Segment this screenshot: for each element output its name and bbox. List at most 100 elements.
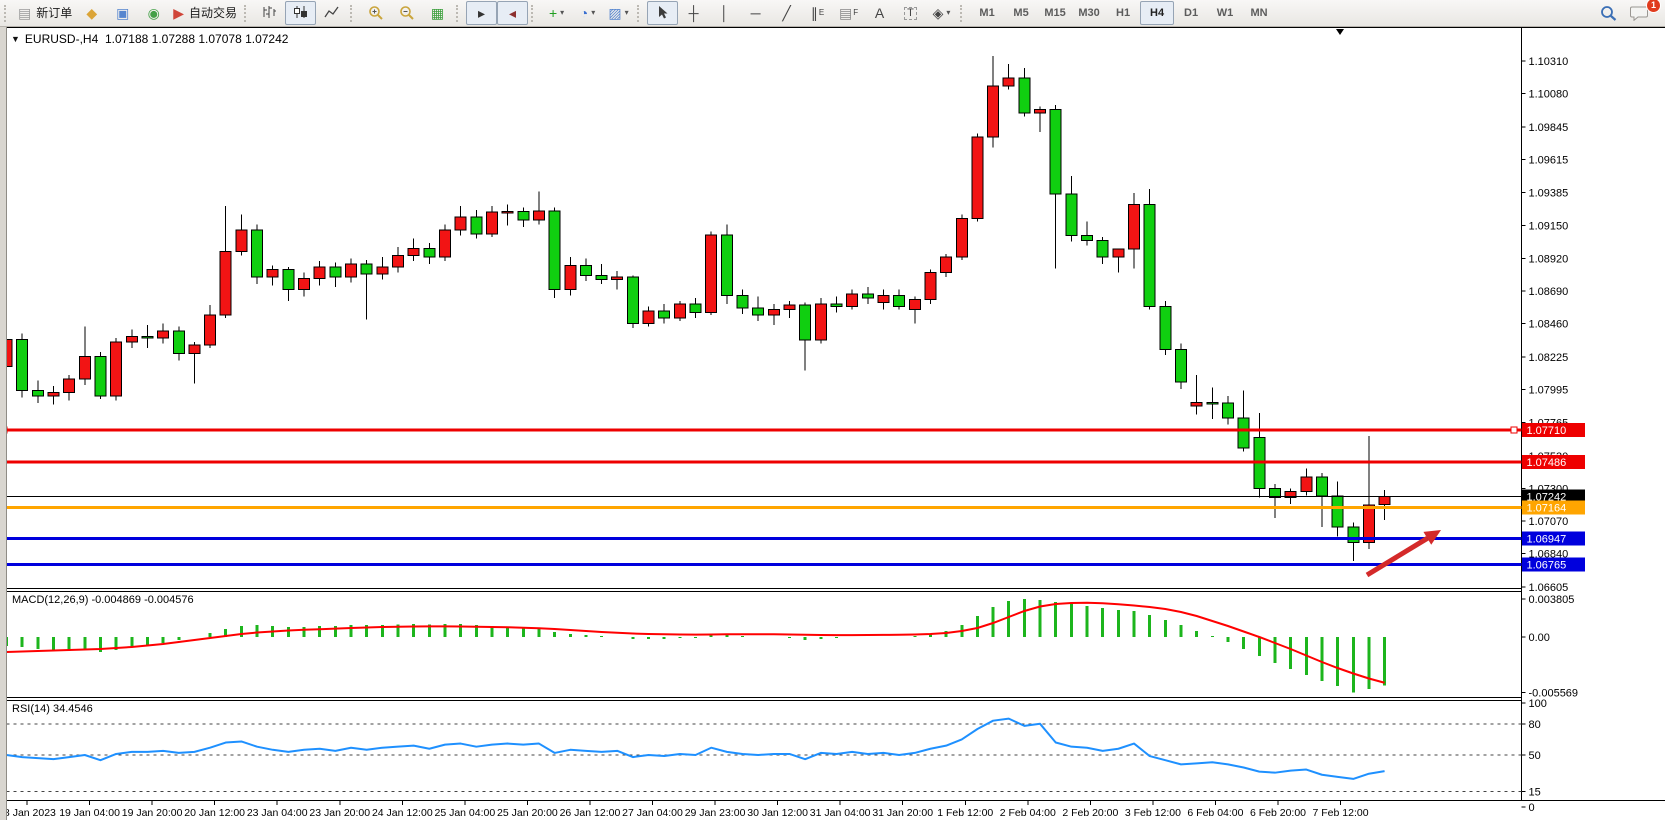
periods-button[interactable]: ◔▾ bbox=[572, 1, 603, 25]
shapes-button-dropdown-icon[interactable]: ▾ bbox=[946, 9, 950, 17]
horizontal-line-button[interactable]: ─ bbox=[740, 1, 771, 25]
templates-button-dropdown-icon[interactable]: ▾ bbox=[625, 9, 629, 17]
candlestick-chart-icon[interactable] bbox=[285, 1, 316, 25]
zoom-in-icon[interactable] bbox=[360, 1, 391, 25]
line-chart-icon[interactable] bbox=[316, 1, 347, 25]
candle-body bbox=[518, 212, 529, 221]
tf-button-M15[interactable]: M15 bbox=[1038, 1, 1072, 25]
data-window-icon[interactable]: ▣ bbox=[107, 1, 138, 25]
candle-body bbox=[361, 264, 372, 274]
macd-scale-label: 0.003805 bbox=[1529, 594, 1575, 606]
candle-body bbox=[909, 300, 920, 310]
search-icon[interactable] bbox=[1593, 1, 1624, 25]
tf-button-H1[interactable]: H1 bbox=[1106, 1, 1140, 25]
price-tick-label: 1.08690 bbox=[1529, 286, 1569, 298]
shapes-button[interactable]: ◈▾ bbox=[926, 1, 957, 25]
candle-body bbox=[690, 304, 701, 313]
notifications-chat-icon[interactable]: 1 bbox=[1624, 1, 1655, 25]
notification-badge: 1 bbox=[1646, 0, 1661, 13]
tf-button-D1[interactable]: D1 bbox=[1174, 1, 1208, 25]
macd-pane[interactable] bbox=[7, 592, 1522, 698]
rsi-scale-label: 50 bbox=[1529, 750, 1541, 762]
candle-body bbox=[596, 275, 607, 279]
rsi-pane[interactable] bbox=[7, 701, 1522, 801]
price-tick-label: 1.08920 bbox=[1529, 253, 1569, 265]
chevron-down-icon[interactable]: ▼ bbox=[11, 34, 20, 44]
time-tick-label: 18 Jan 2023 bbox=[0, 807, 56, 819]
toolbar-grip[interactable] bbox=[531, 5, 537, 22]
time-tick-label: 2 Feb 04:00 bbox=[1000, 807, 1056, 819]
zoom-out-icon-glyph bbox=[399, 5, 415, 22]
time-tick-label: 1 Feb 12:00 bbox=[937, 807, 993, 819]
window-left-edge bbox=[0, 27, 7, 820]
candle-body bbox=[721, 235, 732, 295]
auto-trading-button-label: 自动交易 bbox=[189, 7, 237, 19]
candle-body bbox=[346, 264, 357, 277]
auto-scroll-icon[interactable]: ▸ bbox=[466, 1, 497, 25]
tile-windows-icon[interactable]: ▦ bbox=[422, 1, 453, 25]
chart-shift-icon[interactable]: ◂ bbox=[497, 1, 528, 25]
candle-body bbox=[565, 265, 576, 289]
periods-button-dropdown-icon[interactable]: ▾ bbox=[591, 9, 595, 17]
candle-body bbox=[941, 257, 952, 273]
auto-trading-button[interactable]: ▶自动交易 bbox=[169, 1, 241, 25]
candle-body bbox=[753, 308, 764, 315]
price-badge-label: 1.06947 bbox=[1527, 534, 1567, 546]
market-watch-icon[interactable]: ◆ bbox=[76, 1, 107, 25]
toolbar-grip[interactable] bbox=[244, 5, 250, 22]
candle-body bbox=[408, 248, 419, 255]
add-indicator-button-dropdown-icon[interactable]: ▾ bbox=[560, 9, 564, 17]
candle-body bbox=[283, 270, 294, 290]
time-tick-label: 25 Jan 20:00 bbox=[497, 807, 558, 819]
templates-button[interactable]: ▨▾ bbox=[603, 1, 634, 25]
candle-body bbox=[831, 304, 842, 307]
candle-body bbox=[189, 345, 200, 354]
price-tick-label: 1.09615 bbox=[1529, 155, 1569, 167]
cursor-button[interactable] bbox=[647, 1, 678, 25]
fibonacci-button[interactable]: ▤F bbox=[833, 1, 864, 25]
chart-title: ▼EURUSD-,H4 1.07188 1.07288 1.07078 1.07… bbox=[11, 32, 288, 46]
tf-button-H4[interactable]: H4 bbox=[1140, 1, 1174, 25]
toolbar-grip[interactable] bbox=[960, 5, 966, 22]
candle-body bbox=[299, 278, 310, 289]
candle-body bbox=[956, 219, 967, 257]
text-button[interactable]: A bbox=[864, 1, 895, 25]
candle-body bbox=[737, 295, 748, 308]
toolbar-grip[interactable] bbox=[637, 5, 643, 22]
time-tick-label: 31 Jan 20:00 bbox=[872, 807, 933, 819]
candle-body bbox=[847, 294, 858, 307]
candle-body bbox=[1066, 194, 1077, 236]
toolbar-grip[interactable] bbox=[350, 5, 356, 22]
new-order-button[interactable]: ▤新订单 bbox=[14, 1, 76, 25]
channel-button[interactable]: ∥E bbox=[802, 1, 833, 25]
price-tick-label: 1.08225 bbox=[1529, 352, 1569, 364]
signals-icon[interactable]: ◉ bbox=[138, 1, 169, 25]
tf-button-M1[interactable]: M1 bbox=[970, 1, 1004, 25]
tf-button-M30[interactable]: M30 bbox=[1072, 1, 1106, 25]
label-button[interactable]: T bbox=[895, 1, 926, 25]
chart-area[interactable]: 1.103101.100801.098451.096151.093851.091… bbox=[0, 0, 1665, 837]
line-handle[interactable] bbox=[1511, 427, 1517, 433]
vertical-line-button[interactable]: │ bbox=[709, 1, 740, 25]
chart-canvas[interactable]: 1.103101.100801.098451.096151.093851.091… bbox=[0, 0, 1665, 837]
candle-body bbox=[17, 339, 28, 390]
price-tick-label: 1.08460 bbox=[1529, 319, 1569, 331]
toolbar-grip[interactable] bbox=[456, 5, 462, 22]
price-tick-label: 1.10310 bbox=[1529, 56, 1569, 68]
crosshair-button[interactable]: ┼ bbox=[678, 1, 709, 25]
candle-body bbox=[471, 217, 482, 234]
tf-button-M5[interactable]: M5 bbox=[1004, 1, 1038, 25]
zoom-out-icon[interactable] bbox=[391, 1, 422, 25]
trendline-button[interactable]: ╱ bbox=[771, 1, 802, 25]
tf-button-MN[interactable]: MN bbox=[1242, 1, 1276, 25]
candle-body bbox=[894, 295, 905, 306]
rsi-scale-label: 100 bbox=[1529, 698, 1547, 710]
toolbar-grip[interactable] bbox=[4, 5, 10, 22]
time-tick-label: 26 Jan 12:00 bbox=[560, 807, 621, 819]
candle-body bbox=[79, 356, 90, 379]
candle-body bbox=[64, 379, 75, 392]
bar-chart-icon[interactable] bbox=[254, 1, 285, 25]
tf-button-W1[interactable]: W1 bbox=[1208, 1, 1242, 25]
candle-body bbox=[48, 393, 59, 397]
add-indicator-button[interactable]: +▾ bbox=[541, 1, 572, 25]
